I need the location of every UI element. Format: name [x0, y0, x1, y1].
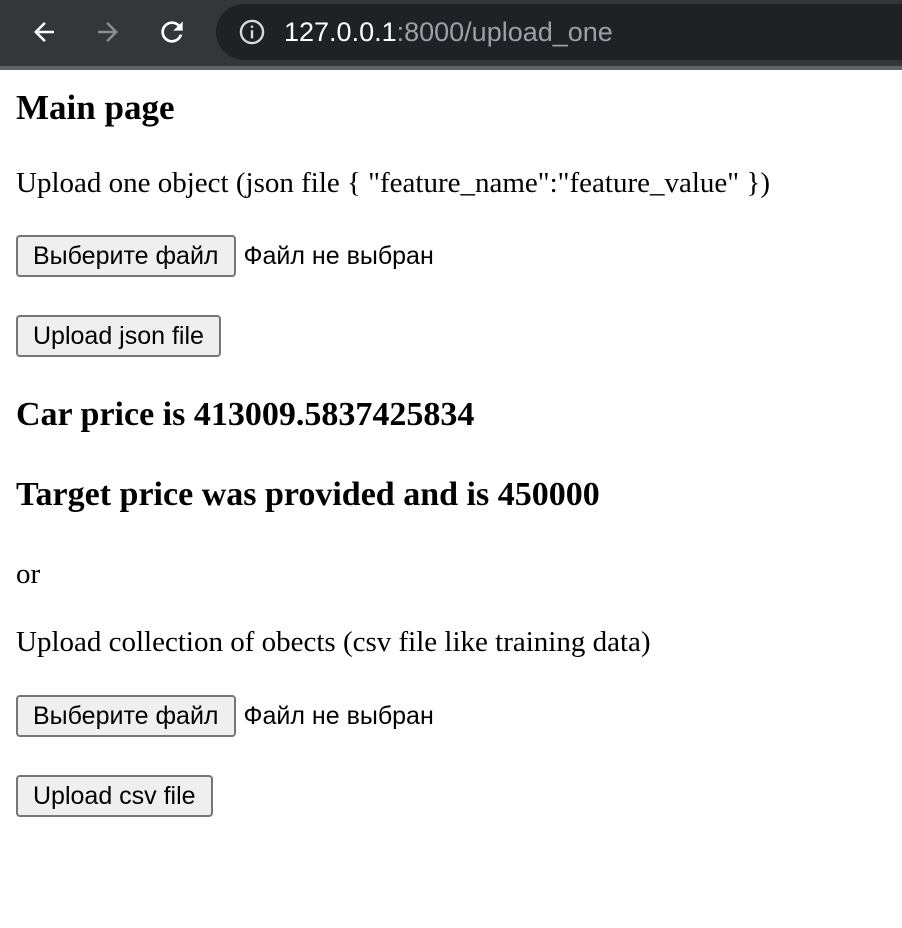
or-separator: or [16, 558, 41, 590]
url-text: 127.0.0.1:8000/upload_one [284, 17, 613, 48]
page-title: Main page [16, 88, 175, 127]
browser-toolbar: 127.0.0.1:8000/upload_one [0, 0, 902, 70]
arrow-right-icon [98, 22, 118, 42]
back-button[interactable] [26, 14, 62, 50]
target-price-result: Target price was provided and is 450000 [16, 476, 600, 513]
url-host: 127.0.0.1 [284, 16, 397, 47]
csv-file-input[interactable]: Выберите файл Файл не выбран [16, 695, 434, 737]
address-bar[interactable]: 127.0.0.1:8000/upload_one [216, 4, 902, 60]
reload-icon [161, 21, 183, 43]
car-price-result: Car price is 413009.5837425834 [16, 396, 475, 433]
single-upload-instruction: Upload one object (json file { "feature_… [16, 167, 770, 199]
csv-file-status: Файл не выбран [243, 701, 434, 730]
batch-upload-instruction: Upload collection of obects (csv file li… [16, 626, 651, 658]
upload-csv-button[interactable]: Upload csv file [16, 775, 213, 817]
choose-csv-file-button[interactable]: Выберите файл [16, 695, 236, 737]
choose-json-file-button[interactable]: Выберите файл [16, 235, 236, 277]
url-path: :8000/upload_one [396, 16, 613, 47]
json-file-status: Файл не выбран [243, 241, 434, 270]
forward-button[interactable] [90, 14, 126, 50]
json-file-input[interactable]: Выберите файл Файл не выбран [16, 235, 434, 277]
info-icon[interactable] [238, 18, 266, 46]
reload-button[interactable] [154, 14, 190, 50]
arrow-left-icon [34, 22, 54, 42]
upload-json-button[interactable]: Upload json file [16, 315, 221, 357]
